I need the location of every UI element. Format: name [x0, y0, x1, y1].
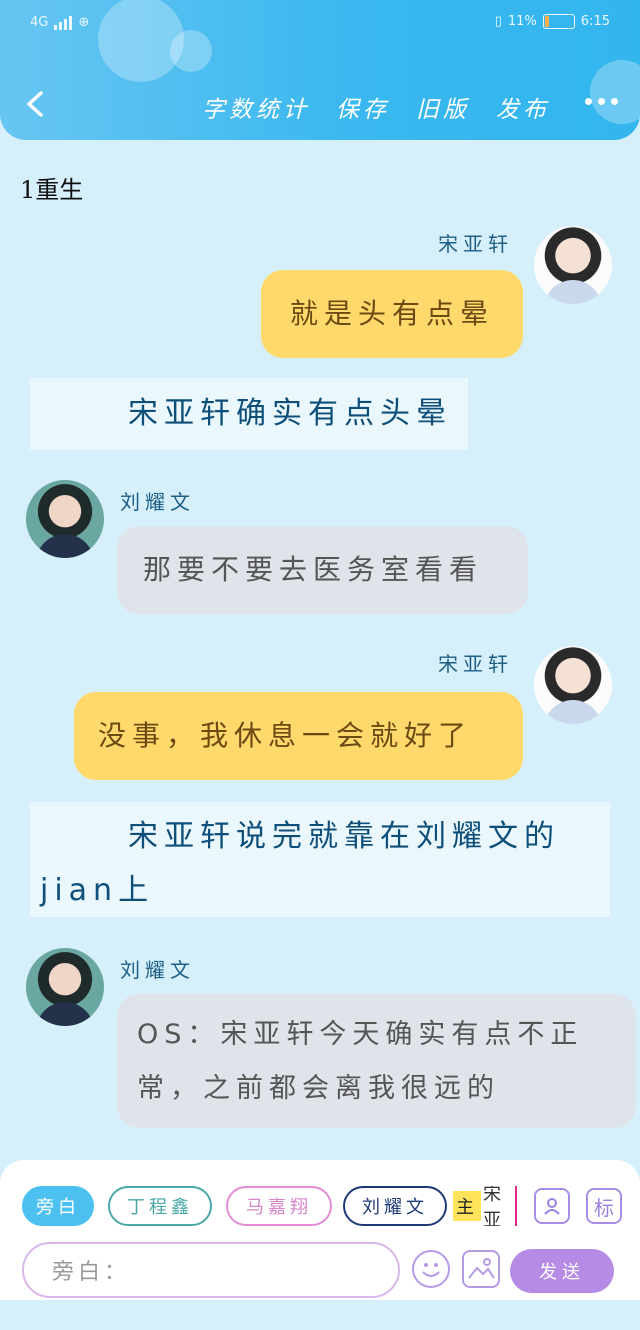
role-chip[interactable]: 刘耀文 — [343, 1186, 447, 1226]
status-bar-left: 4G ⊕ — [30, 14, 89, 30]
role-chip[interactable]: 丁程鑫 — [108, 1186, 212, 1226]
bottom-bar — [0, 1300, 640, 1330]
back-chevron-icon[interactable] — [22, 90, 50, 118]
message-input[interactable]: 旁白： — [22, 1242, 400, 1298]
image-icon[interactable] — [462, 1250, 500, 1288]
role-chip[interactable]: 马嘉翔 — [226, 1186, 332, 1226]
narration-line: jian上 — [40, 873, 155, 908]
message-line: 常，之前都会离我很远的 — [137, 1073, 500, 1104]
clock: 6:15 — [580, 14, 610, 29]
speaker-name: 宋亚轩 — [438, 652, 513, 676]
narration-line: 宋亚轩说完就靠在刘耀文的 — [128, 819, 560, 854]
more-dots-icon[interactable] — [585, 98, 618, 105]
avatar-liu-yaowen[interactable] — [26, 948, 104, 1026]
narration-block[interactable]: 宋亚轩说完就靠在刘耀文的 jian上 — [30, 802, 610, 917]
signal-icon — [54, 14, 73, 30]
message-line: OS：宋亚轩今天确实有点不正 — [137, 1019, 584, 1050]
publish-button[interactable]: 发布 — [496, 90, 550, 124]
status-bar-right: ▯ 11% 6:15 — [495, 14, 610, 29]
narration-block[interactable]: 宋亚轩确实有点头晕 — [30, 378, 468, 450]
role-chip-main[interactable]: 主 宋亚 — [453, 1186, 517, 1226]
speaker-name: 刘耀文 — [120, 490, 195, 514]
network-label: 4G — [30, 14, 49, 30]
bubble-decoration — [170, 30, 212, 72]
emoji-icon[interactable] — [412, 1250, 450, 1288]
avatar-song-yaxuan[interactable] — [534, 226, 612, 304]
role-chip-label: 宋亚 — [483, 1186, 505, 1226]
speaker-name: 宋亚轩 — [438, 232, 513, 256]
main-role-badge: 主 — [453, 1191, 481, 1221]
app-header: 4G ⊕ ▯ 11% 6:15 字数统计 保存 旧版 发布 — [0, 0, 640, 140]
mark-button[interactable]: 标 — [586, 1188, 622, 1224]
avatar-song-yaxuan[interactable] — [534, 646, 612, 724]
message-bubble[interactable]: 没事，我休息一会就好了 — [74, 692, 523, 780]
save-button[interactable]: 保存 — [336, 90, 390, 124]
message-bubble[interactable]: OS：宋亚轩今天确实有点不正 常，之前都会离我很远的 — [117, 994, 636, 1128]
globe-icon: ⊕ — [78, 14, 90, 30]
speaker-name: 刘耀文 — [120, 958, 195, 982]
bubble-decoration — [590, 60, 640, 124]
header-nav: 字数统计 保存 旧版 发布 — [202, 90, 550, 124]
battery-percent: 11% — [507, 14, 537, 29]
word-count-button[interactable]: 字数统计 — [202, 90, 310, 124]
avatar-liu-yaowen[interactable] — [26, 480, 104, 558]
composer-panel: 旁白 丁程鑫 马嘉翔 刘耀文 主 宋亚 标 旁白： 发送 — [0, 1160, 640, 1300]
chapter-title: 1重生 — [20, 176, 84, 204]
person-card-icon[interactable] — [534, 1188, 570, 1224]
message-bubble[interactable]: 那要不要去医务室看看 — [117, 526, 528, 614]
vibrate-icon: ▯ — [494, 14, 502, 29]
old-version-button[interactable]: 旧版 — [416, 90, 470, 124]
message-bubble[interactable]: 就是头有点晕 — [261, 270, 523, 358]
battery-icon — [542, 14, 575, 29]
send-button[interactable]: 发送 — [510, 1249, 614, 1293]
role-chip-narrator[interactable]: 旁白 — [22, 1186, 94, 1226]
